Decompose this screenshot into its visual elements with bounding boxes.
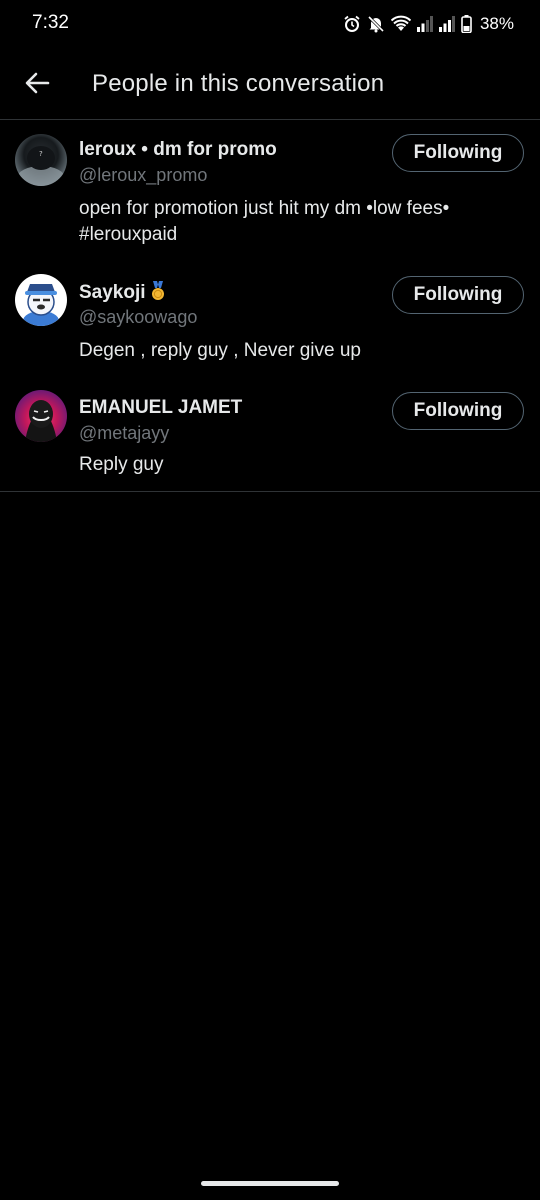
avatar[interactable]: ? xyxy=(15,134,67,186)
user-handle[interactable]: @leroux_promo xyxy=(79,165,207,186)
back-button[interactable] xyxy=(20,68,54,102)
user-handle[interactable]: @saykoowago xyxy=(79,307,197,328)
user-row-saykoji[interactable]: Saykoji @saykoowago Degen , reply guy , … xyxy=(0,262,540,372)
home-indicator[interactable] xyxy=(201,1181,339,1186)
following-button[interactable]: Following xyxy=(392,134,524,172)
list-divider xyxy=(0,491,540,492)
avatar[interactable] xyxy=(15,390,67,442)
wifi-icon xyxy=(390,15,411,33)
page-title: People in this conversation xyxy=(92,70,385,97)
user-bio: Degen , reply guy , Never give up xyxy=(79,340,361,361)
user-handle[interactable]: @metajayy xyxy=(79,423,169,444)
following-button[interactable]: Following xyxy=(392,392,524,430)
avatar[interactable] xyxy=(15,274,67,326)
arrow-left-icon xyxy=(24,71,50,100)
app-header: People in this conversation xyxy=(0,50,540,120)
user-display-name[interactable]: Saykoji xyxy=(79,281,166,304)
alarm-icon xyxy=(343,15,361,33)
status-bar: 7:32 38% xyxy=(0,0,540,48)
following-button[interactable]: Following xyxy=(392,276,524,314)
battery-percentage: 38% xyxy=(479,14,514,33)
signal-icon xyxy=(438,16,455,32)
user-display-name[interactable]: EMANUEL JAMET xyxy=(79,397,242,419)
user-row-emanuel-jamet[interactable]: EMANUEL JAMET @metajayy Reply guy Follow… xyxy=(0,378,540,491)
medal-icon xyxy=(150,281,166,301)
mute-icon xyxy=(367,15,385,33)
status-time: 7:32 xyxy=(32,12,69,33)
status-icons: 38% xyxy=(343,12,514,36)
user-bio: Reply guy xyxy=(79,454,164,475)
signal-icon xyxy=(416,16,433,32)
user-bio: open for promotion just hit my dm •low f… xyxy=(79,198,450,245)
user-row-leroux[interactable]: ? leroux • dm for promo @leroux_promo op… xyxy=(0,120,540,255)
user-display-name[interactable]: leroux • dm for promo xyxy=(79,139,277,161)
svg-text:?: ? xyxy=(39,150,43,158)
battery-icon xyxy=(461,15,472,33)
